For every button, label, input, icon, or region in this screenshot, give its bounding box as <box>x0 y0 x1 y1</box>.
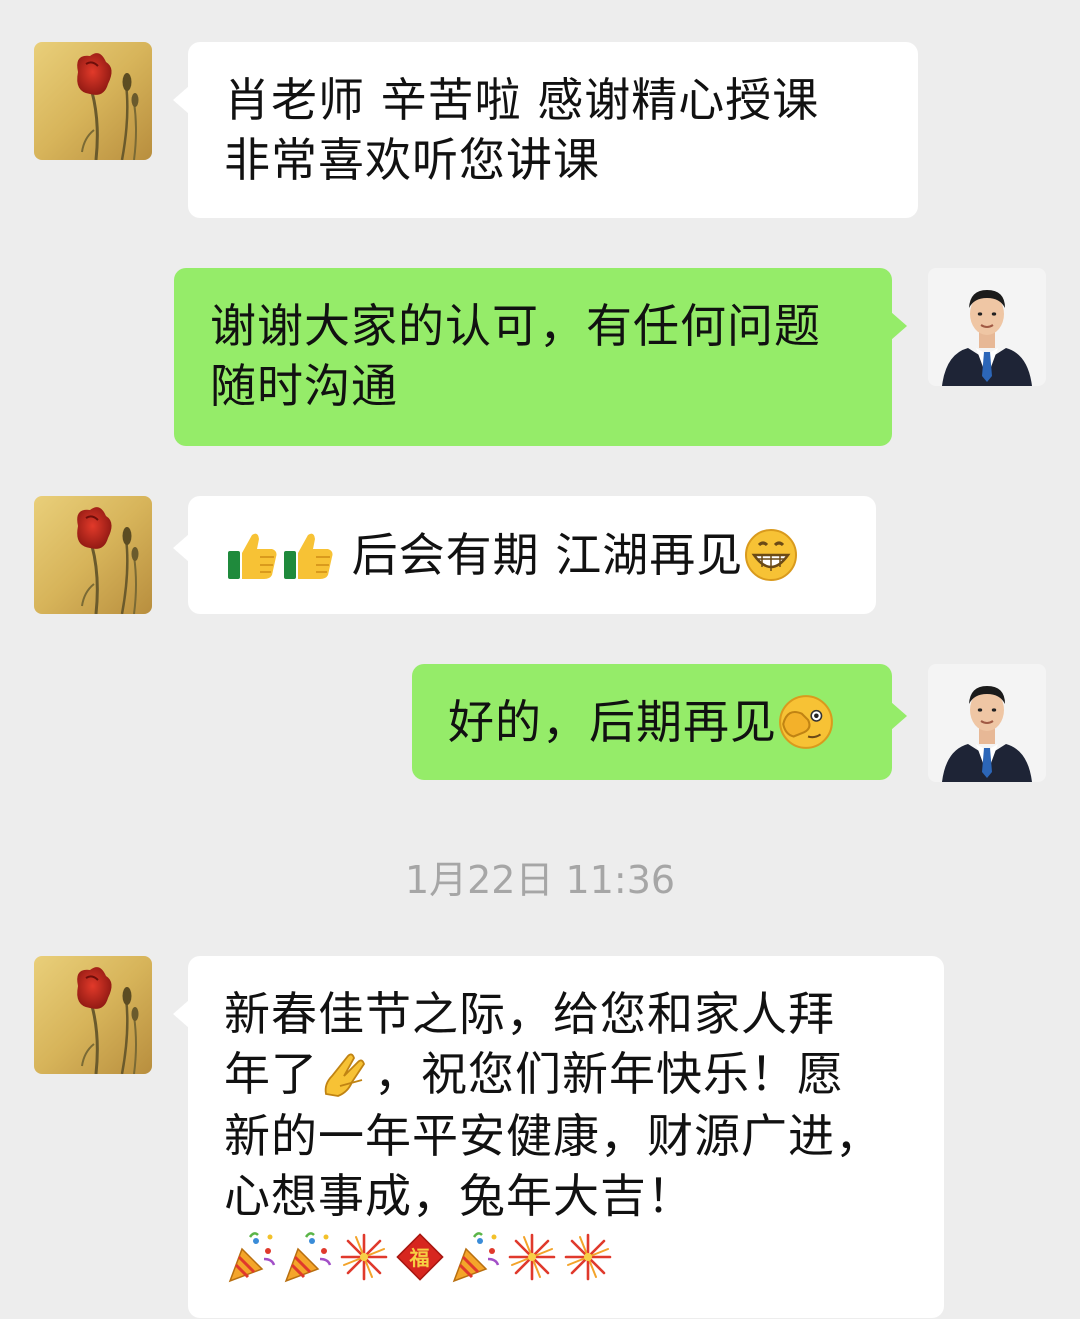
incoming-message-bubble[interactable]: 肖老师 辛苦啦 感谢精心授课 非常喜欢听您讲课 <box>173 42 918 218</box>
message-text: 年了 <box>224 1047 318 1101</box>
message-text-line: 后会有期 江湖再见 <box>224 525 840 587</box>
incoming-message-bubble[interactable]: 后会有期 江湖再见 <box>173 496 876 614</box>
message-row: 好的，后期再见 <box>0 664 1080 784</box>
party-popper-icon <box>280 1229 336 1285</box>
party-popper-icon <box>448 1229 504 1285</box>
face-peeking-icon <box>777 693 835 751</box>
thumbs-up-icon <box>224 527 280 583</box>
message-text-line: 好的，后期再见 <box>448 692 856 755</box>
fireworks-icon <box>504 1229 560 1285</box>
bubble-tail <box>173 534 189 562</box>
bubble-tail <box>173 86 189 114</box>
message-row: 谢谢大家的认可，有任何问题 随时沟通 <box>0 268 1080 448</box>
fu-icon <box>392 1229 448 1285</box>
message-text-line: 新春佳节之际，给您和家人拜 <box>224 987 835 1041</box>
message-text-line: 心想事成，兔年大吉！ <box>224 1168 694 1223</box>
bubble-tail <box>891 312 907 340</box>
bubble-tail <box>891 702 907 730</box>
message-text: ，祝您们新年快乐！愿 <box>374 1047 844 1101</box>
message-text-line: 新的一年平安健康，财源广进， <box>224 1108 882 1163</box>
message-text-line: 非常喜欢听您讲课 <box>224 133 600 187</box>
message-text: 好的，后期再见 <box>448 695 777 749</box>
outgoing-message-bubble[interactable]: 谢谢大家的认可，有任何问题 随时沟通 <box>174 268 907 446</box>
message-text-line: 年了 ，祝您们新年快乐！愿 <box>224 1044 908 1106</box>
emoji-line <box>224 1228 908 1290</box>
message-text-line: 谢谢大家的认可，有任何问题 <box>210 299 821 353</box>
party-popper-icon <box>224 1229 280 1285</box>
timestamp: 1月22日 11:36 <box>404 858 676 902</box>
message-row: 后会有期 江湖再见 <box>0 496 1080 616</box>
message-row: 新春佳节之际，给您和家人拜 年了 ，祝您们新年快乐！愿 新的一年平安健康，财源广进… <box>0 956 1080 1319</box>
thumbs-up-icon <box>280 527 336 583</box>
message-text: 后会有期 江湖再见 <box>351 528 744 582</box>
message-text-line: 随时沟通 <box>210 359 398 413</box>
incoming-message-bubble[interactable]: 新春佳节之际，给您和家人拜 年了 ，祝您们新年快乐！愿 新的一年平安健康，财源广进… <box>173 956 944 1318</box>
contact-avatar[interactable] <box>34 956 152 1074</box>
pinched-hands-icon <box>318 1046 374 1102</box>
fireworks-icon <box>560 1229 616 1285</box>
contact-avatar[interactable] <box>34 496 152 614</box>
fireworks-icon <box>336 1229 392 1285</box>
message-row: 肖老师 辛苦啦 感谢精心授课 非常喜欢听您讲课 <box>0 42 1080 222</box>
message-text-line: 肖老师 辛苦啦 感谢精心授课 <box>224 73 820 127</box>
grinning-face-icon <box>743 527 799 583</box>
my-avatar[interactable] <box>928 664 1046 782</box>
my-avatar[interactable] <box>928 268 1046 386</box>
outgoing-message-bubble[interactable]: 好的，后期再见 <box>412 664 907 780</box>
contact-avatar[interactable] <box>34 42 152 160</box>
bubble-tail <box>173 1000 189 1028</box>
